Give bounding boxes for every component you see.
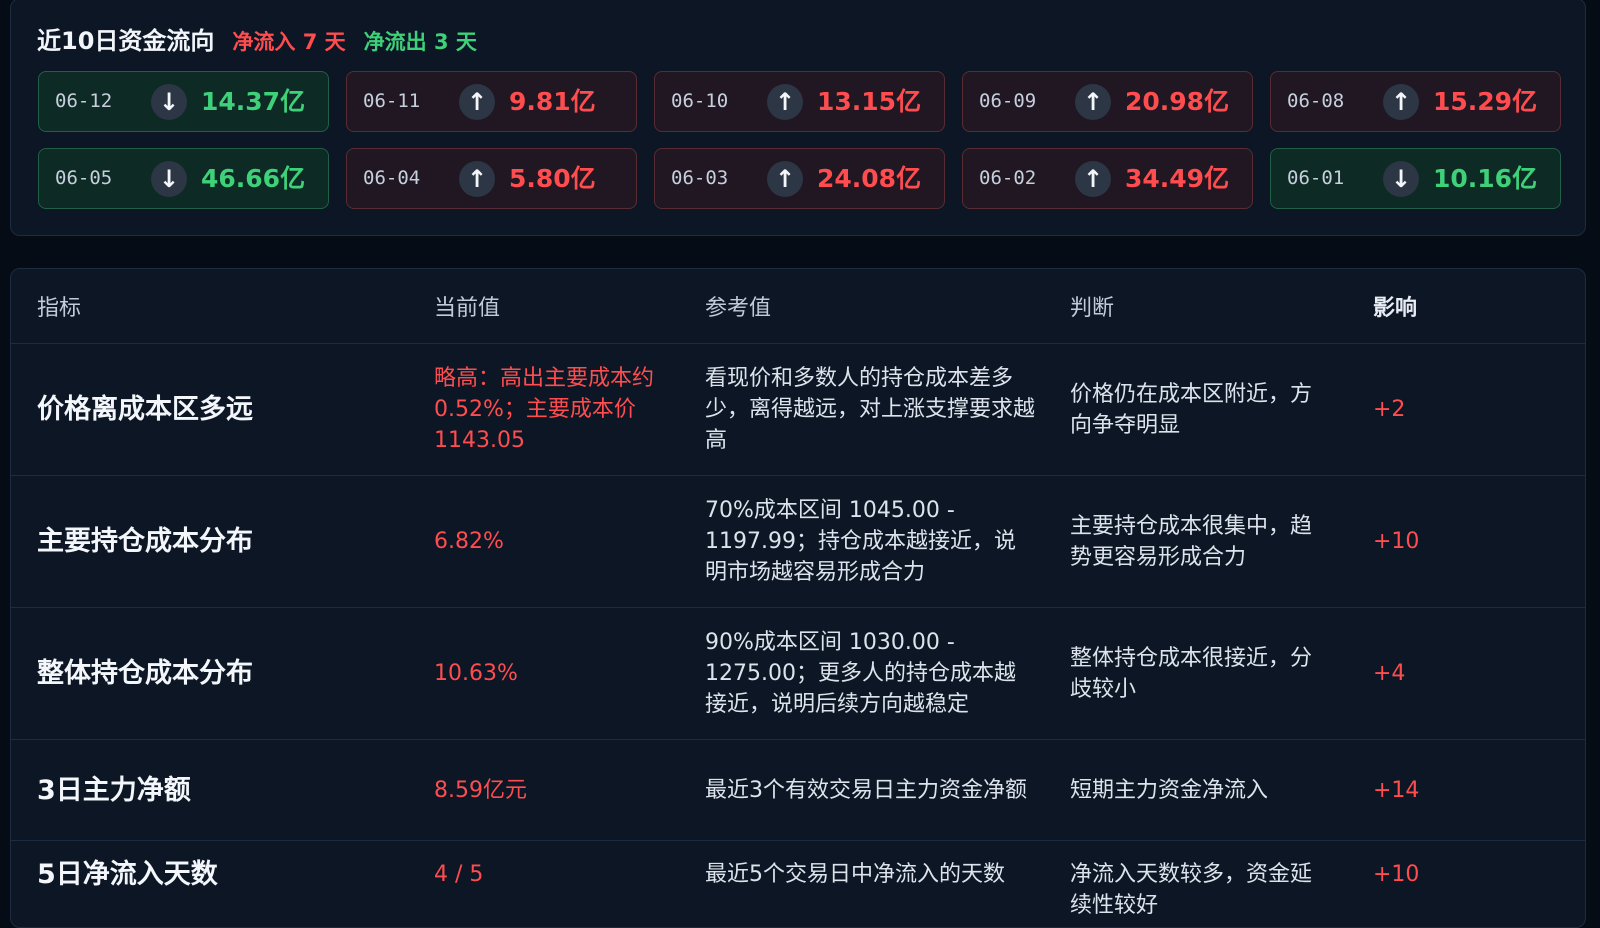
impact-score: +10: [1347, 841, 1586, 928]
day-date: 06-10: [671, 72, 728, 131]
daily-flow-grid: 06-12 ↓ 14.37亿 06-11 ↑ 9.81亿 06-10 ↑ 13.…: [38, 71, 1561, 209]
current-value: 略高：高出主要成本约0.52%；主要成本价1143.05: [408, 344, 679, 476]
reference-value: 最近3个有效交易日主力资金净额: [679, 740, 1044, 841]
header-indicator: 指标: [11, 269, 408, 344]
impact-score: +2: [1347, 344, 1586, 476]
current-value: 4 / 5: [408, 841, 679, 928]
day-amount: 14.37亿: [201, 72, 305, 131]
day-date: 06-01: [1287, 149, 1344, 208]
header-impact: 影响: [1347, 269, 1586, 344]
day-card[interactable]: 06-01 ↓ 10.16亿: [1270, 148, 1561, 209]
arrow-down-icon: ↓: [151, 84, 187, 120]
arrow-up-icon: ↑: [1075, 161, 1111, 197]
header-judgment: 判断: [1044, 269, 1347, 344]
net-inflow-days: 净流入 7 天: [232, 26, 345, 56]
day-amount: 46.66亿: [201, 149, 305, 208]
day-card[interactable]: 06-08 ↑ 15.29亿: [1270, 71, 1561, 132]
reference-value: 70%成本区间 1045.00 - 1197.99；持仓成本越接近，说明市场越容…: [679, 476, 1044, 608]
table-row: 主要持仓成本分布 6.82% 70%成本区间 1045.00 - 1197.99…: [11, 476, 1586, 608]
indicator-panel: 指标 当前值 参考值 判断 影响 价格离成本区多远 略高：高出主要成本约0.52…: [10, 268, 1586, 928]
table-row: 价格离成本区多远 略高：高出主要成本约0.52%；主要成本价1143.05 看现…: [11, 344, 1586, 476]
day-amount: 13.15亿: [817, 72, 921, 131]
reference-value: 90%成本区间 1030.00 - 1275.00；更多人的持仓成本越接近，说明…: [679, 608, 1044, 740]
impact-score: +14: [1347, 740, 1586, 841]
day-card[interactable]: 06-02 ↑ 34.49亿: [962, 148, 1253, 209]
current-value: 6.82%: [408, 476, 679, 608]
day-date: 06-05: [55, 149, 112, 208]
fund-flow-title: 近10日资金流向: [37, 21, 214, 56]
arrow-down-icon: ↓: [151, 161, 187, 197]
day-date: 06-12: [55, 72, 112, 131]
day-card[interactable]: 06-09 ↑ 20.98亿: [962, 71, 1253, 132]
day-card[interactable]: 06-04 ↑ 5.80亿: [346, 148, 637, 209]
current-value: 8.59亿元: [408, 740, 679, 841]
day-amount: 9.81亿: [509, 72, 596, 131]
day-amount: 15.29亿: [1433, 72, 1537, 131]
day-date: 06-09: [979, 72, 1036, 131]
judgment-text: 净流入天数较多，资金延续性较好: [1044, 841, 1347, 928]
day-date: 06-11: [363, 72, 420, 131]
judgment-text: 价格仍在成本区附近，方向争夺明显: [1044, 344, 1347, 476]
table-row: 整体持仓成本分布 10.63% 90%成本区间 1030.00 - 1275.0…: [11, 608, 1586, 740]
fund-flow-panel: 近10日资金流向 净流入 7 天 净流出 3 天 06-12 ↓ 14.37亿 …: [10, 0, 1586, 236]
net-outflow-days: 净流出 3 天: [364, 26, 477, 56]
arrow-up-icon: ↑: [767, 161, 803, 197]
day-card[interactable]: 06-03 ↑ 24.08亿: [654, 148, 945, 209]
table-row: 5日净流入天数 4 / 5 最近5个交易日中净流入的天数 净流入天数较多，资金延…: [11, 841, 1586, 928]
arrow-down-icon: ↓: [1383, 161, 1419, 197]
indicator-table: 指标 当前值 参考值 判断 影响 价格离成本区多远 略高：高出主要成本约0.52…: [11, 269, 1586, 928]
day-date: 06-08: [1287, 72, 1344, 131]
day-card[interactable]: 06-11 ↑ 9.81亿: [346, 71, 637, 132]
day-date: 06-03: [671, 149, 728, 208]
arrow-up-icon: ↑: [1383, 84, 1419, 120]
indicator-name: 5日净流入天数: [11, 841, 408, 928]
day-date: 06-04: [363, 149, 420, 208]
header-current: 当前值: [408, 269, 679, 344]
arrow-up-icon: ↑: [767, 84, 803, 120]
impact-score: +4: [1347, 608, 1586, 740]
judgment-text: 短期主力资金净流入: [1044, 740, 1347, 841]
reference-value: 最近5个交易日中净流入的天数: [679, 841, 1044, 928]
arrow-up-icon: ↑: [459, 84, 495, 120]
judgment-text: 整体持仓成本很接近，分歧较小: [1044, 608, 1347, 740]
indicator-name: 价格离成本区多远: [11, 344, 408, 476]
fund-flow-header: 近10日资金流向 净流入 7 天 净流出 3 天: [37, 21, 477, 56]
arrow-up-icon: ↑: [1075, 84, 1111, 120]
impact-score: +10: [1347, 476, 1586, 608]
day-amount: 5.80亿: [509, 149, 596, 208]
day-amount: 34.49亿: [1125, 149, 1229, 208]
day-amount: 20.98亿: [1125, 72, 1229, 131]
indicator-name: 3日主力净额: [11, 740, 408, 841]
table-header-row: 指标 当前值 参考值 判断 影响: [11, 269, 1586, 344]
day-date: 06-02: [979, 149, 1036, 208]
indicator-name: 主要持仓成本分布: [11, 476, 408, 608]
day-amount: 10.16亿: [1433, 149, 1537, 208]
indicator-name: 整体持仓成本分布: [11, 608, 408, 740]
day-card[interactable]: 06-05 ↓ 46.66亿: [38, 148, 329, 209]
header-reference: 参考值: [679, 269, 1044, 344]
day-card[interactable]: 06-12 ↓ 14.37亿: [38, 71, 329, 132]
reference-value: 看现价和多数人的持仓成本差多少，离得越远，对上涨支撑要求越高: [679, 344, 1044, 476]
judgment-text: 主要持仓成本很集中，趋势更容易形成合力: [1044, 476, 1347, 608]
current-value: 10.63%: [408, 608, 679, 740]
day-amount: 24.08亿: [817, 149, 921, 208]
arrow-up-icon: ↑: [459, 161, 495, 197]
day-card[interactable]: 06-10 ↑ 13.15亿: [654, 71, 945, 132]
table-row: 3日主力净额 8.59亿元 最近3个有效交易日主力资金净额 短期主力资金净流入 …: [11, 740, 1586, 841]
